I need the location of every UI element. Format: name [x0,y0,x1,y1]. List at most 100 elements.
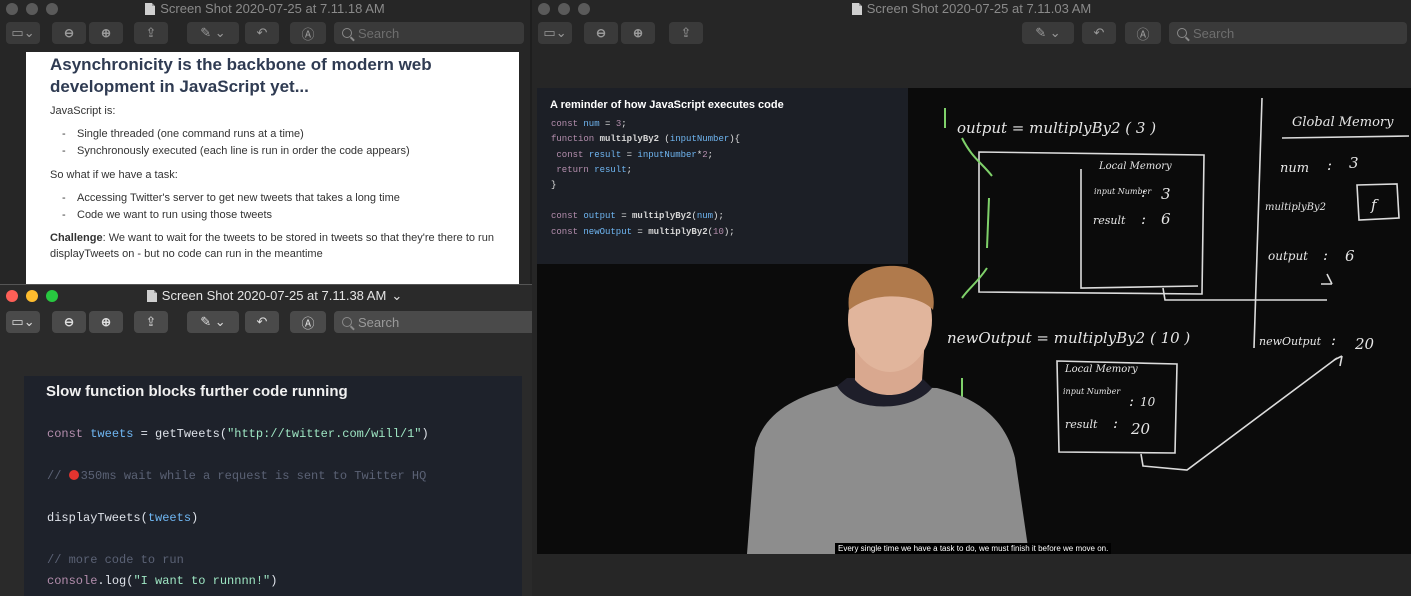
pen-icon: ✎ ⌄ [1035,25,1061,40]
share-icon: ⇪ [145,25,157,40]
window-controls [6,290,58,302]
document-icon [145,2,156,15]
toolbar: ▭⌄ ⊖ ⊕ ⇪ ✎ ⌄ ↶ Ⓐ Search [0,307,549,337]
video-frame: output = multiplyBy2 ( 3 ) Local Memory … [537,88,1411,554]
thread-arrow [961,267,988,299]
search-field[interactable]: Search [334,311,541,333]
zoom-button[interactable] [46,3,58,15]
code-text: = getTweets( [133,427,228,441]
sidebar-toggle-button[interactable]: ▭⌄ [538,22,572,44]
chevron-down-icon[interactable]: ⌄ [391,285,402,307]
preview-window-front: Screen Shot 2020-07-25 at 7.11.38 AM ⌄ ▭⌄… [0,284,549,596]
code-comment: // more code to run [47,553,184,567]
search-icon [1177,28,1187,38]
annotate-icon: Ⓐ [1136,26,1150,42]
window-controls [6,3,58,15]
stop-icon [68,470,79,480]
code-slide: Slow function blocks further code runnin… [24,376,522,596]
board-colon: : [1141,183,1146,201]
board-colon: : [1141,210,1146,228]
minimize-button[interactable] [26,3,38,15]
list-item: Accessing Twitter's server to get new tw… [50,190,495,207]
thread-arrow [961,137,993,177]
search-icon [342,28,352,38]
board-local-memory-2: Local Memory [1064,364,1138,375]
zoom-out-button[interactable]: ⊖ [52,22,86,44]
zoom-button[interactable] [46,290,58,302]
document-icon [851,2,862,15]
global-memory-underline [1281,135,1410,139]
rotate-icon: ↶ [256,314,268,329]
annotate-button[interactable]: Ⓐ [290,311,326,333]
challenge-label: Challenge [50,232,103,244]
board-output-eq: output = multiplyBy2 ( 3 ) [957,119,1156,137]
bullet-list-2: Accessing Twitter's server to get new tw… [50,190,495,224]
share-icon: ⇪ [680,25,692,40]
js-is-label: JavaScript is: [50,105,116,117]
minimize-button[interactable] [26,290,38,302]
code-line: const output = multiplyBy2(num); [551,211,724,221]
board-newoutput-eq: newOutput = multiplyBy2 ( 10 ) [947,329,1190,347]
challenge-paragraph: Challenge: We want to wait for the tweet… [50,230,495,262]
zoom-in-button[interactable]: ⊕ [89,22,123,44]
code-line: const newOutput = multiplyBy2(10); [551,227,735,237]
share-button[interactable]: ⇪ [134,22,168,44]
zoom-out-icon: ⊖ [595,26,607,40]
close-button[interactable] [538,3,550,15]
annotate-icon: Ⓐ [301,315,315,331]
zoom-in-button[interactable]: ⊕ [89,311,123,333]
rotate-button[interactable]: ↶ [245,311,279,333]
board-multiply: multiplyBy2 [1265,202,1326,213]
code-text: .log( [97,574,134,588]
board-f: f [1370,196,1379,214]
code-line: const tweets = getTweets("http://twitter… [47,427,429,441]
zoom-in-icon: ⊕ [100,315,112,329]
challenge-text: : We want to wait for the tweets to be s… [50,232,494,260]
zoom-button[interactable] [578,3,590,15]
board-num-value: 3 [1349,154,1359,172]
rotate-button[interactable]: ↶ [245,22,279,44]
code-variable: tweets [147,511,192,525]
toolbar: ▭⌄ ⊖ ⊕ ⇪ ✎ ⌄ ↶ Ⓐ Search [532,18,1411,48]
code-line: console.log("I want to runnnn!") [47,574,277,588]
zoom-out-button[interactable]: ⊖ [52,311,86,333]
thread-arrow [986,197,990,249]
code-text: ) [421,427,429,441]
markup-button[interactable]: ✎ ⌄ [1022,22,1074,44]
board-newoutput-value: 20 [1354,335,1375,353]
board-local-memory-1: Local Memory [1098,161,1172,172]
share-button[interactable]: ⇪ [669,22,703,44]
slide-content: Asynchronicity is the backbone of modern… [26,52,519,284]
board-output-value: 6 [1345,247,1355,265]
markup-button[interactable]: ✎ ⌄ [187,22,239,44]
share-button[interactable]: ⇪ [134,311,168,333]
annotate-button[interactable]: Ⓐ [290,22,326,44]
zoom-out-icon: ⊖ [63,26,75,40]
sidebar-toggle-button[interactable]: ▭⌄ [6,311,40,333]
zoom-out-button[interactable]: ⊖ [584,22,618,44]
zoom-in-button[interactable]: ⊕ [621,22,655,44]
function-box [1356,183,1400,221]
window-title: Screen Shot 2020-07-25 at 7.11.38 AM [161,288,387,303]
code-line: displayTweets(tweets) [47,511,198,525]
rotate-button[interactable]: ↶ [1082,22,1116,44]
search-field[interactable]: Search [1169,22,1407,44]
window-title: Screen Shot 2020-07-25 at 7.11.03 AM [866,1,1092,16]
board-result: result [1093,214,1126,227]
board-val6: 6 [1161,210,1171,228]
search-placeholder: Search [358,314,400,330]
preview-window-left-back: Screen Shot 2020-07-25 at 7.11.18 AM ▭⌄ … [0,0,530,284]
board-val3: 3 [1161,185,1171,203]
code-variable: tweets [90,427,134,441]
toolbar: ▭⌄ ⊖ ⊕ ⇪ ✎ ⌄ ↶ Ⓐ Search [0,18,530,48]
close-button[interactable] [6,3,18,15]
title-bar: Screen Shot 2020-07-25 at 7.11.18 AM [0,0,530,18]
close-button[interactable] [6,290,18,302]
search-field[interactable]: Search [334,22,524,44]
minimize-button[interactable] [558,3,570,15]
sidebar-toggle-button[interactable]: ▭⌄ [6,22,40,44]
list-item: Single threaded (one command runs at a t… [50,126,495,143]
markup-button[interactable]: ✎ ⌄ [187,311,239,333]
board-val20: 20 [1130,420,1151,438]
annotate-button[interactable]: Ⓐ [1125,22,1161,44]
